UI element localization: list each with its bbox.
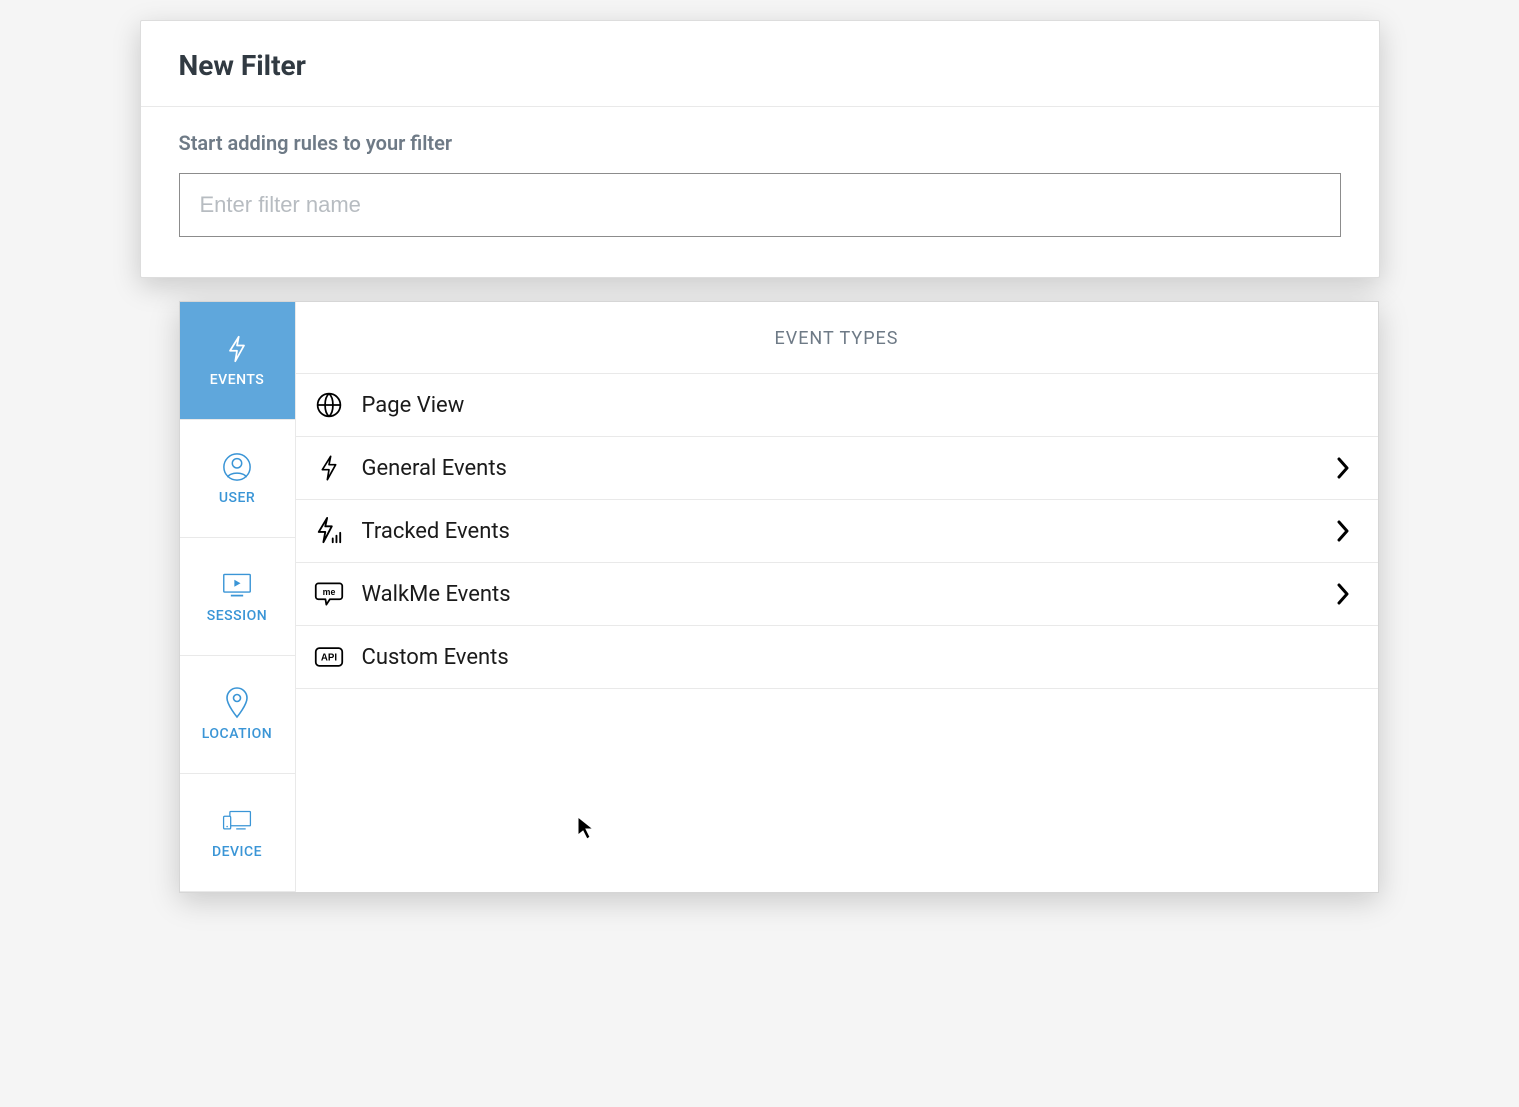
tab-location[interactable]: LOCATION: [180, 656, 295, 774]
user-icon: [222, 452, 252, 482]
chevron-right-icon: [1336, 583, 1350, 605]
session-icon: [222, 570, 252, 600]
instruction-text: Start adding rules to your filter: [179, 131, 1341, 155]
tab-label: EVENTS: [210, 372, 265, 388]
modal-title: New Filter: [179, 49, 1341, 82]
event-row-general-events[interactable]: General Events: [296, 437, 1378, 500]
category-tabs: EVENTS USER: [180, 302, 296, 892]
event-type-list: Page View General Events: [296, 374, 1378, 689]
filter-name-input[interactable]: [179, 173, 1341, 237]
event-row-custom-events[interactable]: API Custom Events: [296, 626, 1378, 689]
row-label: WalkMe Events: [362, 582, 1318, 607]
modal-body: Start adding rules to your filter: [141, 107, 1379, 277]
rule-picker-panel: EVENTS USER: [179, 301, 1379, 893]
globe-icon: [314, 390, 344, 420]
row-label: Page View: [362, 393, 1350, 418]
event-row-tracked-events[interactable]: Tracked Events: [296, 500, 1378, 563]
lightning-icon: [222, 334, 252, 364]
tab-session[interactable]: SESSION: [180, 538, 295, 656]
location-icon: [222, 688, 252, 718]
event-row-walkme-events[interactable]: me WalkMe Events: [296, 563, 1378, 626]
tab-user[interactable]: USER: [180, 420, 295, 538]
row-label: Tracked Events: [362, 519, 1318, 544]
panel-content: EVENT TYPES Page View: [296, 302, 1378, 892]
svg-text:API: API: [320, 653, 336, 664]
tab-device[interactable]: DEVICE: [180, 774, 295, 892]
svg-text:me: me: [322, 587, 335, 597]
device-icon: [222, 806, 252, 836]
tab-label: LOCATION: [202, 726, 272, 742]
modal-header: New Filter: [141, 21, 1379, 107]
tab-label: USER: [219, 490, 255, 506]
chevron-right-icon: [1336, 457, 1350, 479]
chevron-right-icon: [1336, 520, 1350, 542]
walkme-icon: me: [314, 579, 344, 609]
lightning-icon: [314, 453, 344, 483]
panel-heading: EVENT TYPES: [296, 302, 1378, 374]
row-label: Custom Events: [362, 645, 1350, 670]
tab-label: DEVICE: [212, 844, 262, 860]
tab-label: SESSION: [207, 608, 267, 624]
api-icon: API: [314, 642, 344, 672]
tab-events[interactable]: EVENTS: [180, 302, 295, 420]
row-label: General Events: [362, 456, 1318, 481]
lightning-bars-icon: [314, 516, 344, 546]
new-filter-modal: New Filter Start adding rules to your fi…: [140, 20, 1380, 278]
event-row-page-view[interactable]: Page View: [296, 374, 1378, 437]
